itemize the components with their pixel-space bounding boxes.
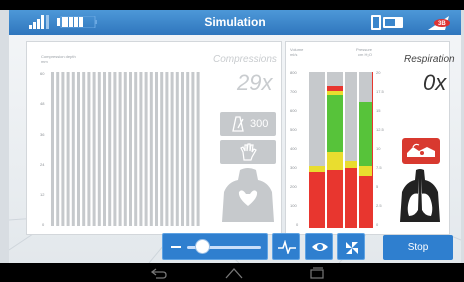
compression-stripe [108, 72, 112, 226]
eye-button[interactable] [305, 233, 333, 260]
compression-stripe [71, 72, 75, 226]
back-icon[interactable] [150, 267, 168, 279]
compression-depth-chart [51, 72, 200, 226]
pressure-tick-label: 17.5 [376, 89, 384, 94]
respiration-volume-chart [309, 72, 373, 228]
tick-label: 60 [40, 71, 45, 76]
svg-text:3B: 3B [438, 21, 446, 27]
compression-axis-title-line2: mm [41, 59, 48, 64]
compression-stripe [170, 72, 174, 226]
compression-stripe [77, 72, 80, 226]
home-icon[interactable] [225, 267, 243, 279]
compression-stripe [123, 72, 127, 226]
hand-position-indicator [220, 140, 276, 164]
volume-tick-label: 300 [290, 165, 297, 170]
volume-tick-label: 600 [290, 108, 297, 113]
compression-stripe [113, 72, 117, 226]
compression-stripe [165, 72, 169, 226]
pressure-tick-label: 15 [376, 108, 381, 113]
compression-stripe [134, 72, 138, 226]
simulator-battery-toggle[interactable] [371, 15, 405, 30]
volume-tick-label: 700 [290, 89, 297, 94]
compression-panel: Compression depth mm 60 48 36 24 12 0 Co… [26, 41, 282, 235]
compression-axis-title: Compression depth mm [41, 54, 76, 64]
compression-stripe [155, 72, 158, 226]
volume-tick-label: 400 [290, 146, 297, 151]
airway-indicator [402, 138, 440, 164]
minus-icon[interactable] [171, 246, 181, 248]
compression-stripe [186, 72, 190, 226]
volume-axis-title: Volume ml/s [290, 47, 303, 57]
waveform-icon [278, 240, 296, 254]
compression-stripe [87, 72, 91, 226]
lungs-icon [400, 169, 440, 222]
compression-stripe [97, 72, 101, 226]
title-bar: Simulation 3B [9, 10, 461, 35]
compression-stripe [56, 72, 60, 226]
pressure-tick-label: 12.5 [376, 127, 384, 132]
volume-tick-label: 500 [290, 127, 297, 132]
compression-stripe [92, 72, 96, 226]
compression-stripe [149, 72, 153, 226]
tick-label: 24 [40, 162, 45, 167]
compression-stripe [61, 72, 65, 226]
respiration-panel: Volume ml/s Pressure cm H₂O 800 700 600 … [285, 41, 455, 235]
ecg-button[interactable] [272, 233, 300, 260]
respiration-count: 0x [423, 70, 447, 95]
pressure-tick-label: 5 [376, 184, 379, 189]
pressure-axis-title: Pressure cm H₂O [356, 47, 372, 57]
volume-tick-label: 200 [290, 184, 297, 189]
compression-stripe [51, 72, 54, 226]
pressure-tick-label: 2.5 [376, 203, 382, 208]
tick-label: 48 [40, 101, 45, 106]
tick-label: 12 [40, 192, 45, 197]
tick-label: 0 [42, 222, 45, 227]
compression-stripe [82, 72, 86, 226]
eye-icon [312, 243, 328, 251]
respiration-title: Respiration [404, 54, 455, 65]
face-mask-icon [407, 143, 435, 157]
tick-label: 36 [40, 132, 45, 137]
volume-tick-label: 0 [296, 222, 299, 227]
pressure-tick-label: 10 [376, 146, 381, 151]
volume-tick-label: 100 [290, 203, 297, 208]
compression-stripe [103, 72, 106, 226]
pressure-tick-label: 0 [376, 222, 379, 227]
compression-stripe [181, 72, 184, 226]
stop-button[interactable]: Stop [383, 235, 453, 260]
volume-control[interactable] [162, 233, 268, 260]
fan-button[interactable] [337, 233, 365, 260]
compression-stripe [160, 72, 164, 226]
metronome-icon [232, 116, 244, 132]
volume-tick-label: 800 [290, 70, 297, 75]
compression-stripe [175, 72, 179, 226]
recents-icon[interactable] [310, 267, 324, 279]
chest-icon [222, 168, 274, 222]
compression-stripe [196, 72, 200, 226]
hand-icon [240, 143, 257, 161]
compression-stripe [191, 72, 195, 226]
app-window: Simulation 3B Compression depth mm 60 48… [9, 10, 461, 263]
compressions-count: 29x [237, 70, 273, 95]
volume-axis-title-line2: ml/s [290, 52, 298, 57]
compression-stripe [66, 72, 70, 226]
navigation-bar [0, 263, 464, 282]
compression-stripe [144, 72, 148, 226]
pressure-axis-title-line2: cm H₂O [358, 52, 373, 57]
pressure-tick-label: 20 [376, 70, 381, 75]
brand-logo-icon: 3B [428, 16, 450, 30]
system-status-bar [0, 0, 464, 10]
pressure-tick-label: 7.5 [376, 165, 382, 170]
fan-icon [346, 242, 358, 254]
compression-rate-indicator: 300 [220, 112, 276, 136]
compression-stripe [139, 72, 143, 226]
compression-stripe [129, 72, 132, 226]
compression-stripe [118, 72, 122, 226]
compressions-title: Compressions [213, 54, 277, 65]
volume-slider-thumb[interactable] [194, 239, 210, 254]
compression-rate-value: 300 [250, 118, 269, 130]
